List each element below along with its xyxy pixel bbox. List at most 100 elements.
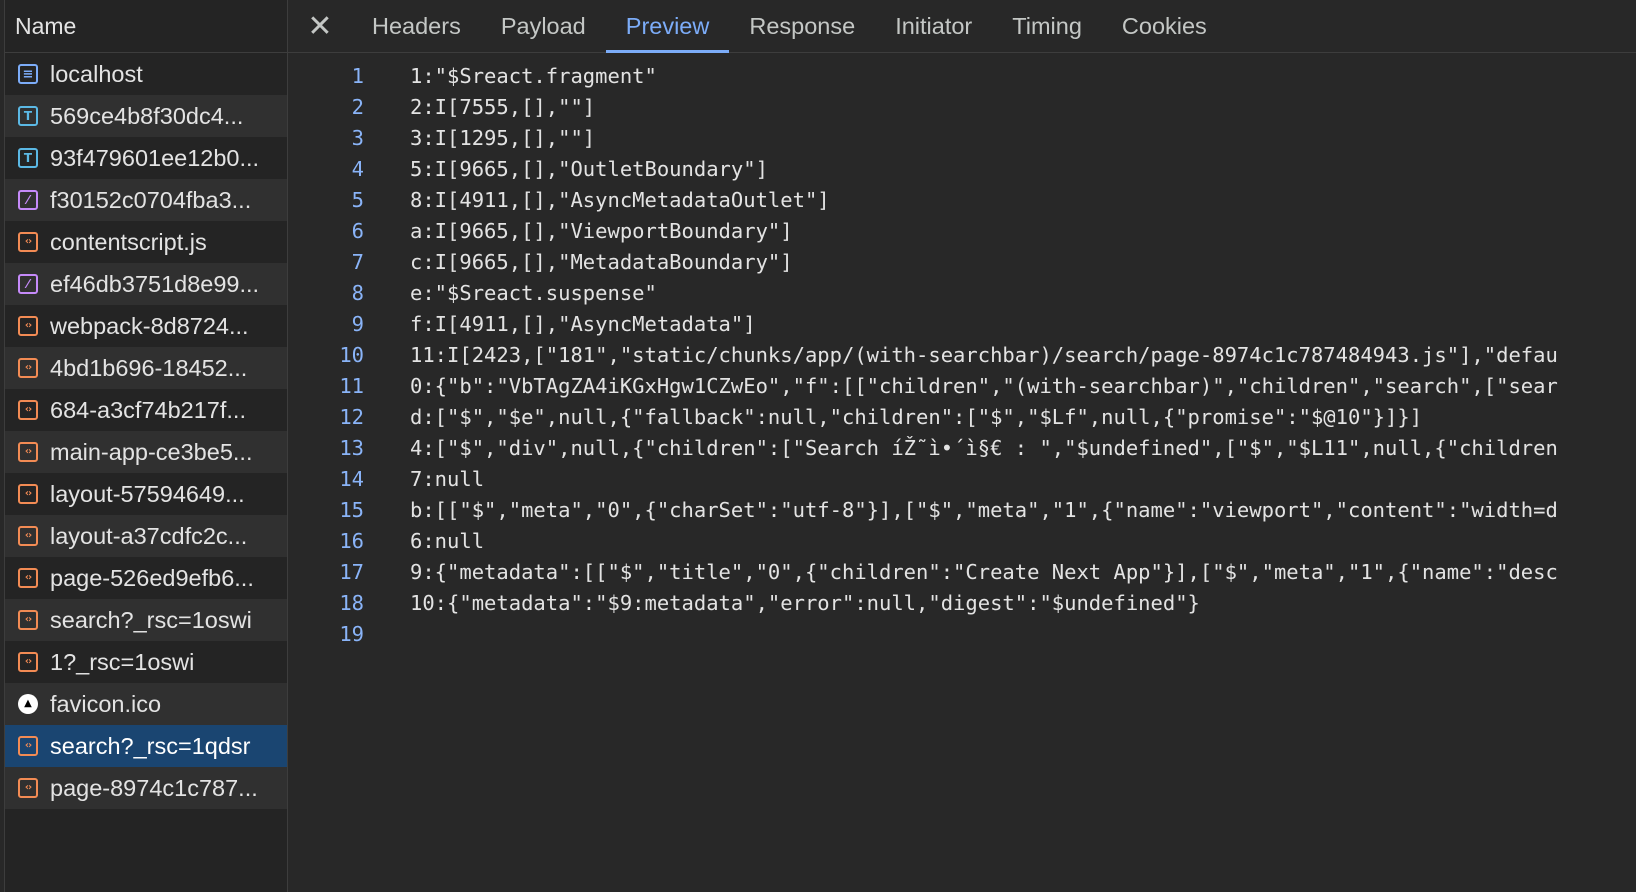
line-text: 10:{"metadata":"$9:metadata","error":nul… bbox=[410, 590, 1200, 615]
line-number: 4 bbox=[351, 156, 364, 181]
request-row[interactable]: ‹› 1?_rsc=1oswi bbox=[5, 641, 287, 683]
request-detail-panel: ✕ Headers Payload Preview Response Initiator… bbox=[288, 0, 1636, 892]
script-icon: ‹› bbox=[18, 316, 38, 336]
request-name: page-526ed9efb6... bbox=[50, 564, 254, 591]
line-number: 6 bbox=[351, 218, 364, 243]
request-row[interactable]: ‹› main-app-ce3be5... bbox=[5, 431, 287, 473]
line-text: 2:I[7555,[],""] bbox=[410, 94, 596, 119]
line-number: 18 bbox=[339, 590, 364, 615]
request-name: page-8974c1c787... bbox=[50, 774, 258, 801]
request-name: 684-a3cf74b217f... bbox=[50, 396, 246, 423]
request-row[interactable]: ⁄ f30152c0704fba3... bbox=[5, 179, 287, 221]
script-icon: ‹› bbox=[18, 232, 38, 252]
request-row[interactable]: ‹› 4bd1b696-18452... bbox=[5, 347, 287, 389]
line-text: 4:["$","div",null,{"children":["Search í… bbox=[410, 435, 1558, 460]
request-name: contentscript.js bbox=[50, 228, 207, 255]
devtools-network-panel: Name ≡ localhost T 569ce4b8f30dc4... T 93f479… bbox=[0, 0, 1636, 892]
line-text: 1:"$Sreact.fragment" bbox=[410, 63, 657, 88]
request-row[interactable]: ‹› search?_rsc=1oswi bbox=[5, 599, 287, 641]
tab-timing[interactable]: Timing bbox=[992, 0, 1102, 52]
line-text: 8:I[4911,[],"AsyncMetadataOutlet"] bbox=[410, 187, 830, 212]
code-line: 14 7:null bbox=[288, 463, 1636, 494]
line-number: 5 bbox=[351, 187, 364, 212]
request-row[interactable]: T 569ce4b8f30dc4... bbox=[5, 95, 287, 137]
script-icon: ‹› bbox=[18, 568, 38, 588]
code-line: 18 10:{"metadata":"$9:metadata","error":n… bbox=[288, 587, 1636, 618]
script-icon: ‹› bbox=[18, 484, 38, 504]
request-name: search?_rsc=1qdsr bbox=[50, 732, 251, 759]
code-line: 8 e:"$Sreact.suspense" bbox=[288, 277, 1636, 308]
preview-code-view[interactable]: 1 1:"$Sreact.fragment" 2 2:I[7555,[],""] 3 3:… bbox=[288, 60, 1636, 892]
request-name: ef46db3751d8e99... bbox=[50, 270, 260, 297]
request-row[interactable]: ‹› 684-a3cf74b217f... bbox=[5, 389, 287, 431]
line-text: 6:null bbox=[410, 528, 485, 553]
line-number: 11 bbox=[339, 373, 364, 398]
request-row[interactable]: ‹› search?_rsc=1qdsr bbox=[5, 725, 287, 767]
line-number: 7 bbox=[351, 249, 364, 274]
line-number: 10 bbox=[339, 342, 364, 367]
font-icon: T bbox=[18, 148, 38, 168]
request-name: f30152c0704fba3... bbox=[50, 186, 252, 213]
line-number: 15 bbox=[339, 497, 364, 522]
code-line: 19 bbox=[288, 618, 1636, 649]
request-row[interactable]: ‹› contentscript.js bbox=[5, 221, 287, 263]
request-name: 4bd1b696-18452... bbox=[50, 354, 248, 381]
request-row[interactable]: ≡ localhost bbox=[5, 53, 287, 95]
line-number: 9 bbox=[351, 311, 364, 336]
font-icon: T bbox=[18, 106, 38, 126]
request-name: 1?_rsc=1oswi bbox=[50, 648, 195, 675]
line-number: 13 bbox=[339, 435, 364, 460]
image-icon: ⁄ bbox=[18, 274, 38, 294]
code-line: 9 f:I[4911,[],"AsyncMetadata"] bbox=[288, 308, 1636, 339]
request-row[interactable]: ‹› page-526ed9efb6... bbox=[5, 557, 287, 599]
script-icon: ‹› bbox=[18, 358, 38, 378]
request-row[interactable]: ‹› webpack-8d8724... bbox=[5, 305, 287, 347]
name-column-header[interactable]: Name bbox=[5, 0, 287, 53]
tab-cookies[interactable]: Cookies bbox=[1102, 0, 1227, 52]
line-number: 2 bbox=[351, 94, 364, 119]
tab-preview[interactable]: Preview bbox=[605, 0, 730, 53]
request-row[interactable]: ‹› layout-a37cdfc2c... bbox=[5, 515, 287, 557]
tab-payload[interactable]: Payload bbox=[481, 0, 606, 52]
code-line: 4 5:I[9665,[],"OutletBoundary"] bbox=[288, 153, 1636, 184]
line-number: 14 bbox=[339, 466, 364, 491]
line-number: 8 bbox=[351, 280, 364, 305]
line-text: 9:{"metadata":[["$","title","0",{"childr… bbox=[410, 559, 1558, 584]
script-icon: ‹› bbox=[18, 442, 38, 462]
line-number: 3 bbox=[351, 125, 364, 150]
tab-response[interactable]: Response bbox=[729, 0, 875, 52]
line-number: 19 bbox=[339, 621, 364, 646]
script-icon: ‹› bbox=[18, 778, 38, 798]
request-row[interactable]: ⁄ ef46db3751d8e99... bbox=[5, 263, 287, 305]
line-number: 12 bbox=[339, 404, 364, 429]
request-list: ≡ localhost T 569ce4b8f30dc4... T 93f479601ee… bbox=[5, 53, 287, 809]
request-name: layout-a37cdfc2c... bbox=[50, 522, 248, 549]
request-row[interactable]: ▲ favicon.ico bbox=[5, 683, 287, 725]
line-text: 5:I[9665,[],"OutletBoundary"] bbox=[410, 156, 768, 181]
code-line: 1 1:"$Sreact.fragment" bbox=[288, 60, 1636, 91]
request-name: favicon.ico bbox=[50, 690, 162, 717]
line-number: 16 bbox=[339, 528, 364, 553]
line-text: d:["$","$e",null,{"fallback":null,"child… bbox=[410, 404, 1423, 429]
request-name: search?_rsc=1oswi bbox=[50, 606, 252, 633]
code-line: 17 9:{"metadata":[["$","title","0",{"chil… bbox=[288, 556, 1636, 587]
close-icon[interactable]: ✕ bbox=[288, 0, 352, 52]
request-name: webpack-8d8724... bbox=[50, 312, 249, 339]
request-row[interactable]: T 93f479601ee12b0... bbox=[5, 137, 287, 179]
tab-headers[interactable]: Headers bbox=[352, 0, 481, 52]
line-text: a:I[9665,[],"ViewportBoundary"] bbox=[410, 218, 793, 243]
line-text: c:I[9665,[],"MetadataBoundary"] bbox=[410, 249, 793, 274]
request-row[interactable]: ‹› layout-57594649... bbox=[5, 473, 287, 515]
script-icon: ‹› bbox=[18, 610, 38, 630]
line-text: 7:null bbox=[410, 466, 485, 491]
line-text: b:[["$","meta","0",{"charSet":"utf-8"}],… bbox=[410, 497, 1558, 522]
code-line: 13 4:["$","div",null,{"children":["Search… bbox=[288, 432, 1636, 463]
tab-initiator[interactable]: Initiator bbox=[875, 0, 992, 52]
code-line: 10 11:I[2423,["181","static/chunks/app/(w… bbox=[288, 339, 1636, 370]
code-line: 11 0:{"b":"VbTAgZA4iKGxHgw1CZwEo","f":[["… bbox=[288, 370, 1636, 401]
document-icon: ≡ bbox=[18, 64, 38, 84]
request-name: main-app-ce3be5... bbox=[50, 438, 253, 465]
line-number: 17 bbox=[339, 559, 364, 584]
line-number: 1 bbox=[351, 63, 364, 88]
request-row[interactable]: ‹› page-8974c1c787... bbox=[5, 767, 287, 809]
